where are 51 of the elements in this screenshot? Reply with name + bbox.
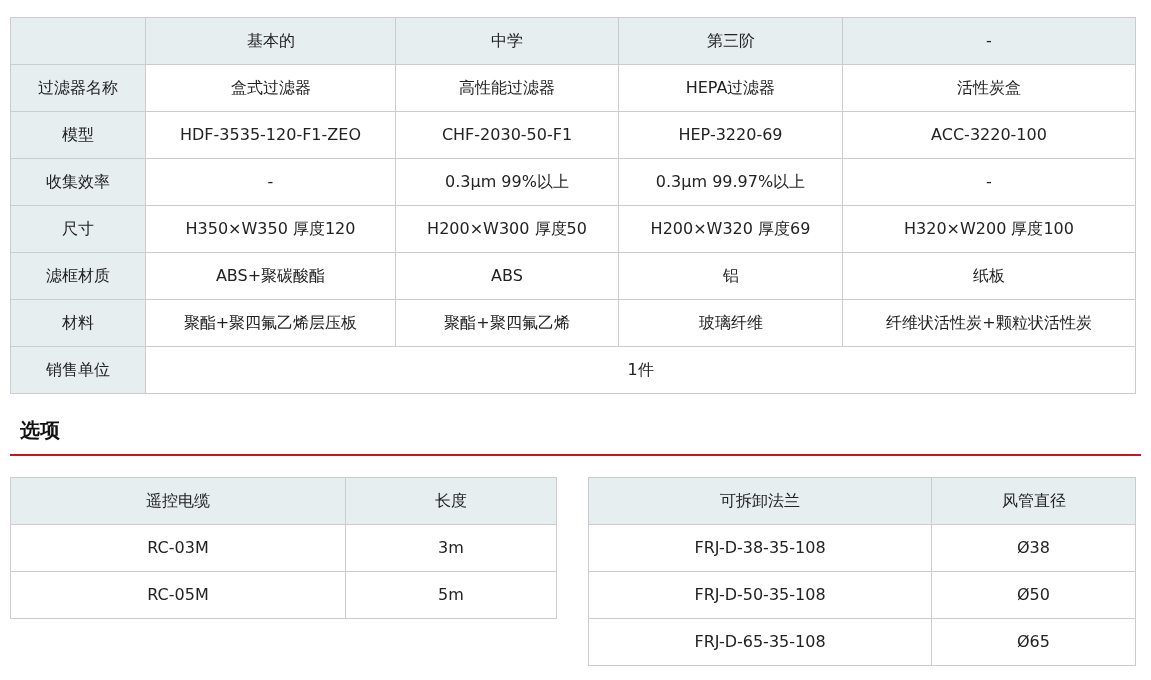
table-cell: 0.3μm 99%以上 [395, 158, 619, 206]
table-cell: 纤维状活性炭+颗粒状活性炭 [842, 299, 1136, 347]
table-cell: RC-03M [10, 524, 346, 572]
table-cell: 盒式过滤器 [145, 64, 396, 112]
table-cell: FRJ-D-50-35-108 [588, 571, 932, 619]
column-header: 长度 [345, 477, 557, 525]
table-cell: HEP-3220-69 [618, 111, 843, 159]
column-header: 遥控电缆 [10, 477, 346, 525]
row-header: 滤框材质 [10, 252, 146, 300]
table-cell: Ø50 [931, 571, 1136, 619]
table-cell: ACC-3220-100 [842, 111, 1136, 159]
table-cell: H320×W200 厚度100 [842, 205, 1136, 253]
row-header: 销售单位 [10, 346, 146, 394]
column-header: 风管直径 [931, 477, 1136, 525]
table-cell: 聚酯+聚四氟乙烯 [395, 299, 619, 347]
table-cell: 聚酯+聚四氟乙烯层压板 [145, 299, 396, 347]
column-header: 第三阶 [618, 17, 843, 65]
row-header: 材料 [10, 299, 146, 347]
column-header: 基本的 [145, 17, 396, 65]
row-header: 过滤器名称 [10, 64, 146, 112]
table-cell: ABS [395, 252, 619, 300]
table-cell: Ø65 [931, 618, 1136, 666]
table-cell: H200×W300 厚度50 [395, 205, 619, 253]
table-cell: HDF-3535-120-F1-ZEO [145, 111, 396, 159]
table-cell: 纸板 [842, 252, 1136, 300]
table-cell: 0.3μm 99.97%以上 [618, 158, 843, 206]
section-title: 选项 [20, 417, 61, 444]
row-header: 模型 [10, 111, 146, 159]
table-cell: FRJ-D-65-35-108 [588, 618, 932, 666]
table-cell: - [842, 158, 1136, 206]
table-cell: H200×W320 厚度69 [618, 205, 843, 253]
table-cell: H350×W350 厚度120 [145, 205, 396, 253]
table-cell: RC-05M [10, 571, 346, 619]
table-cell: 铝 [618, 252, 843, 300]
table-cell: CHF-2030-50-F1 [395, 111, 619, 159]
row-header: 收集效率 [10, 158, 146, 206]
table-cell: - [145, 158, 396, 206]
column-header: 中学 [395, 17, 619, 65]
table-cell: ABS+聚碳酸酯 [145, 252, 396, 300]
table-cell: 高性能过滤器 [395, 64, 619, 112]
table-cell: 3m [345, 524, 557, 572]
table-cell: 1件 [145, 346, 1136, 394]
table-cell: FRJ-D-38-35-108 [588, 524, 932, 572]
row-header: 尺寸 [10, 205, 146, 253]
column-header: - [842, 17, 1136, 65]
table-cell: 5m [345, 571, 557, 619]
column-header: 可拆卸法兰 [588, 477, 932, 525]
table-cell: HEPA过滤器 [618, 64, 843, 112]
table-cell: 活性炭盒 [842, 64, 1136, 112]
table-cell: Ø38 [931, 524, 1136, 572]
table-cell: 玻璃纤维 [618, 299, 843, 347]
